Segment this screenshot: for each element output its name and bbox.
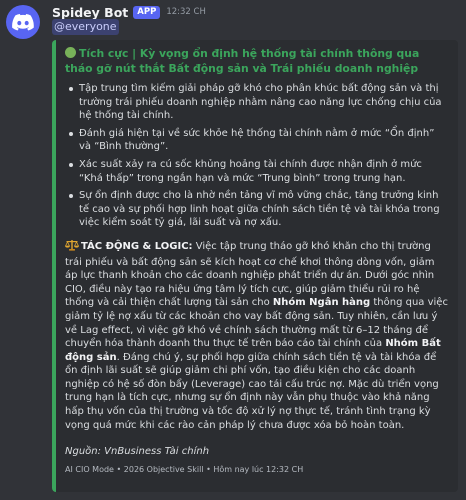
message-header: Spidey Bot APP 12:32 CH — [52, 4, 206, 20]
summary-list: Tập trung tìm kiếm giải pháp gỡ khó cho … — [65, 82, 448, 230]
news-embed: Tích cực | Kỳ vọng ổn định hệ thống tài … — [52, 40, 458, 492]
everyone-mention[interactable]: @everyone — [52, 19, 119, 35]
impact-heading: TÁC ĐỘNG & LOGIC: — [81, 240, 193, 252]
bot-avatar[interactable] — [6, 5, 40, 39]
list-item: Sự ổn định được cho là nhờ nền tảng vĩ m… — [69, 189, 448, 230]
list-item: Đánh giá hiện tại về sức khỏe hệ thống t… — [69, 127, 448, 154]
green-circle-icon — [65, 47, 76, 58]
bot-username[interactable]: Spidey Bot — [52, 5, 128, 20]
impact-bank-group: Nhóm Ngân hàng — [272, 297, 371, 309]
app-badge: APP — [133, 5, 161, 19]
message-timestamp[interactable]: 12:32 CH — [166, 7, 206, 17]
balance-scale-icon — [64, 239, 80, 256]
list-item: Tập trung tìm kiếm giải pháp gỡ khó cho … — [69, 82, 448, 123]
impact-text-3: . Đáng chú ý, sự phối hợp giữa chính sác… — [65, 351, 439, 431]
source-line: Nguồn: VnBusiness Tài chính — [65, 446, 210, 458]
list-item: Xác suất xảy ra cú sốc khủng hoảng tài c… — [69, 158, 448, 185]
embed-title: Tích cực | Kỳ vọng ổn định hệ thống tài … — [65, 46, 448, 76]
embed-title-text: Tích cực | Kỳ vọng ổn định hệ thống tài … — [65, 47, 420, 75]
impact-paragraph: TÁC ĐỘNG & LOGIC: Việc tập trung tháo gỡ… — [64, 239, 448, 432]
embed-footer: AI CIO Mode • 2026 Objective Skill • Hôm… — [65, 465, 304, 475]
discord-logo-icon — [12, 13, 34, 30]
